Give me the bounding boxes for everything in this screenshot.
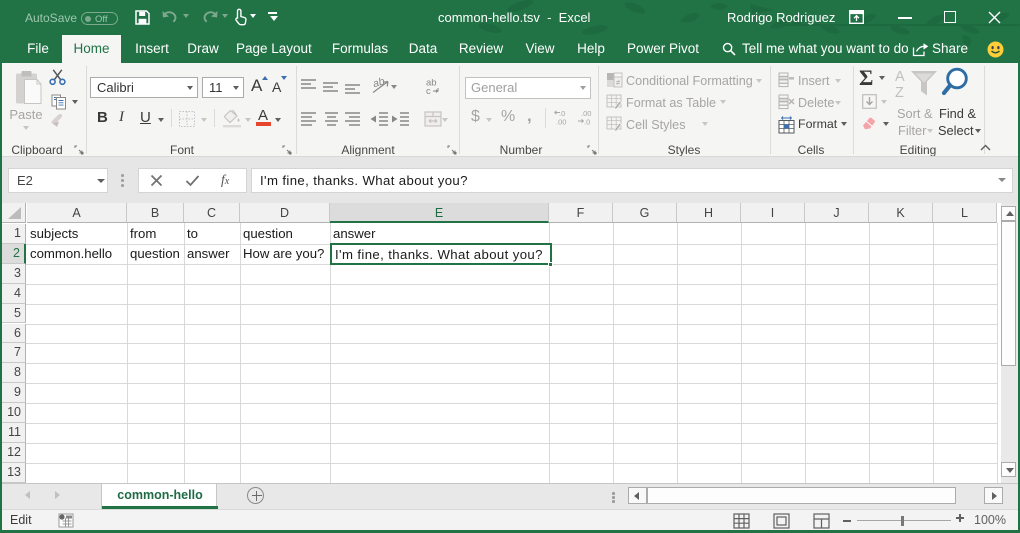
svg-text:.00: .00 xyxy=(556,118,566,127)
svg-text:.0: .0 xyxy=(584,118,590,127)
svg-text:Z: Z xyxy=(895,85,904,101)
svg-text:c: c xyxy=(426,86,431,96)
svg-text:≠: ≠ xyxy=(616,78,621,87)
svg-text:A: A xyxy=(895,69,905,85)
